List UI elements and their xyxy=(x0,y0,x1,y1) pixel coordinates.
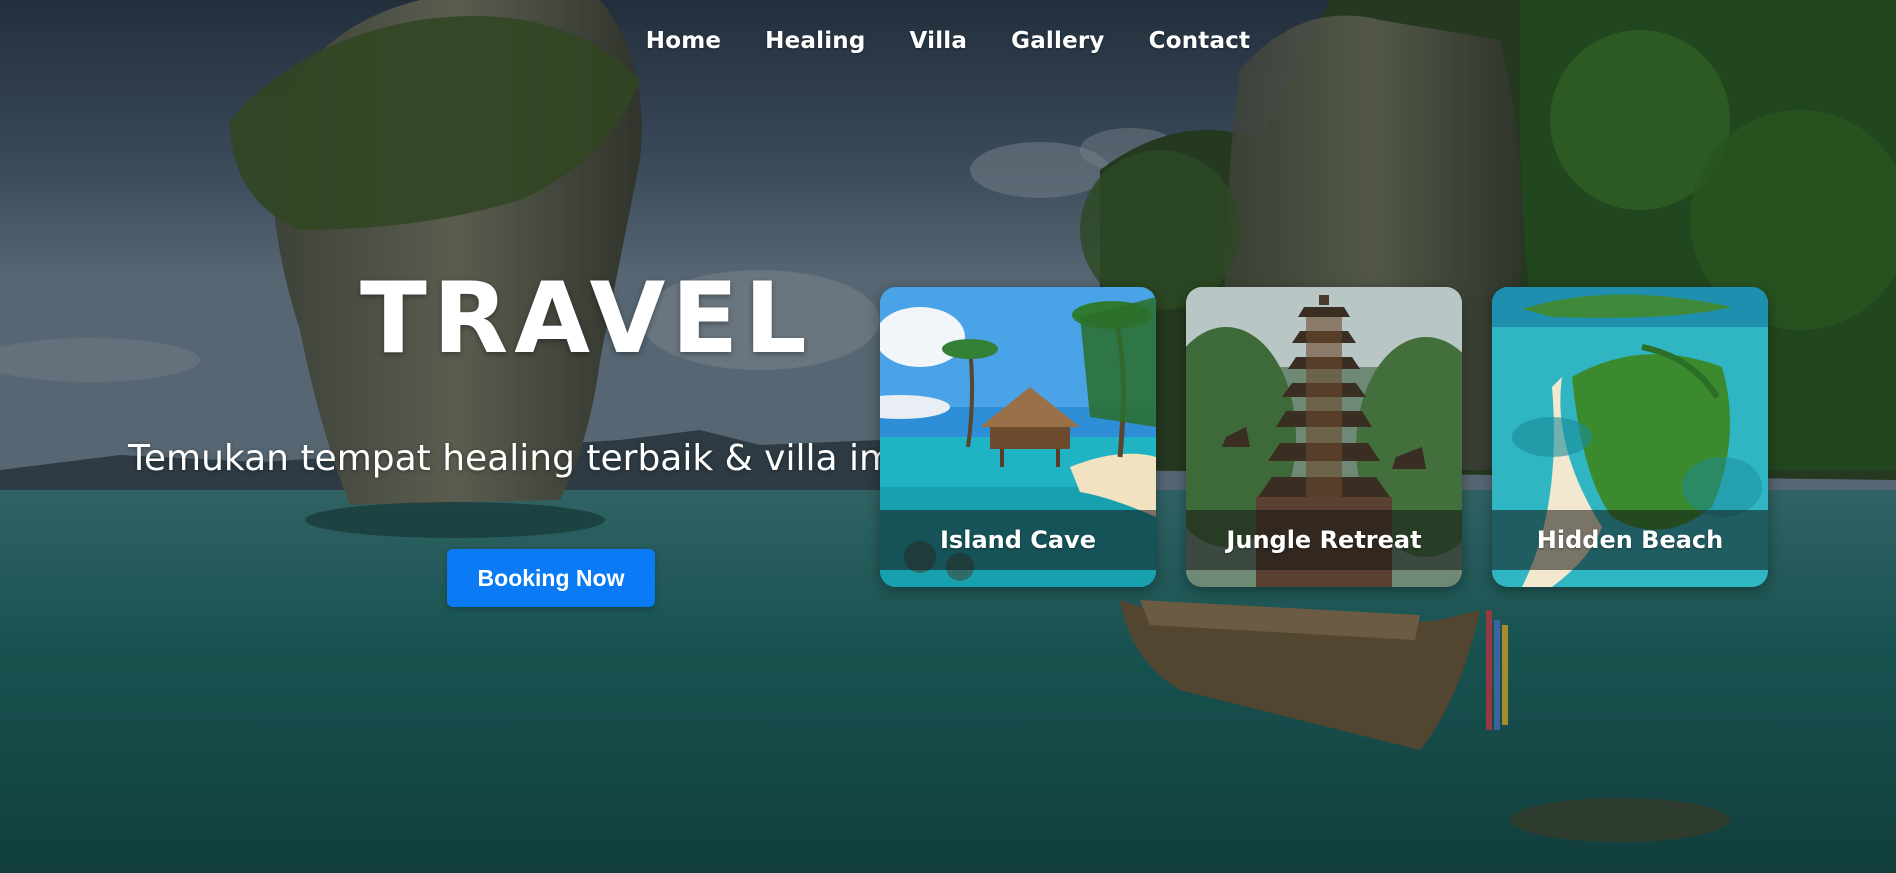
destination-card-island-cave[interactable]: Island Cave xyxy=(880,287,1156,587)
booking-now-button[interactable]: Booking Now xyxy=(447,549,655,607)
jungle-retreat-title: Jungle Retreat xyxy=(1186,510,1462,570)
nav-villa-link[interactable]: Villa xyxy=(888,24,990,58)
hero-title: TRAVEL xyxy=(360,262,813,376)
hero-subtitle: Temukan tempat healing terbaik & villa i… xyxy=(128,438,880,479)
island-cave-title: Island Cave xyxy=(880,510,1156,570)
nav-gallery-link[interactable]: Gallery xyxy=(989,24,1127,58)
nav-healing-link[interactable]: Healing xyxy=(743,24,887,58)
destination-card-hidden-beach[interactable]: Hidden Beach xyxy=(1492,287,1768,587)
main-nav: Home Healing Villa Gallery Contact xyxy=(0,24,1896,58)
hidden-beach-title: Hidden Beach xyxy=(1492,510,1768,570)
destination-card-jungle-retreat[interactable]: Jungle Retreat xyxy=(1186,287,1462,587)
hero-subtitle-container: Temukan tempat healing terbaik & villa i… xyxy=(128,434,880,484)
nav-home-link[interactable]: Home xyxy=(624,24,743,58)
nav-contact-link[interactable]: Contact xyxy=(1127,24,1273,58)
